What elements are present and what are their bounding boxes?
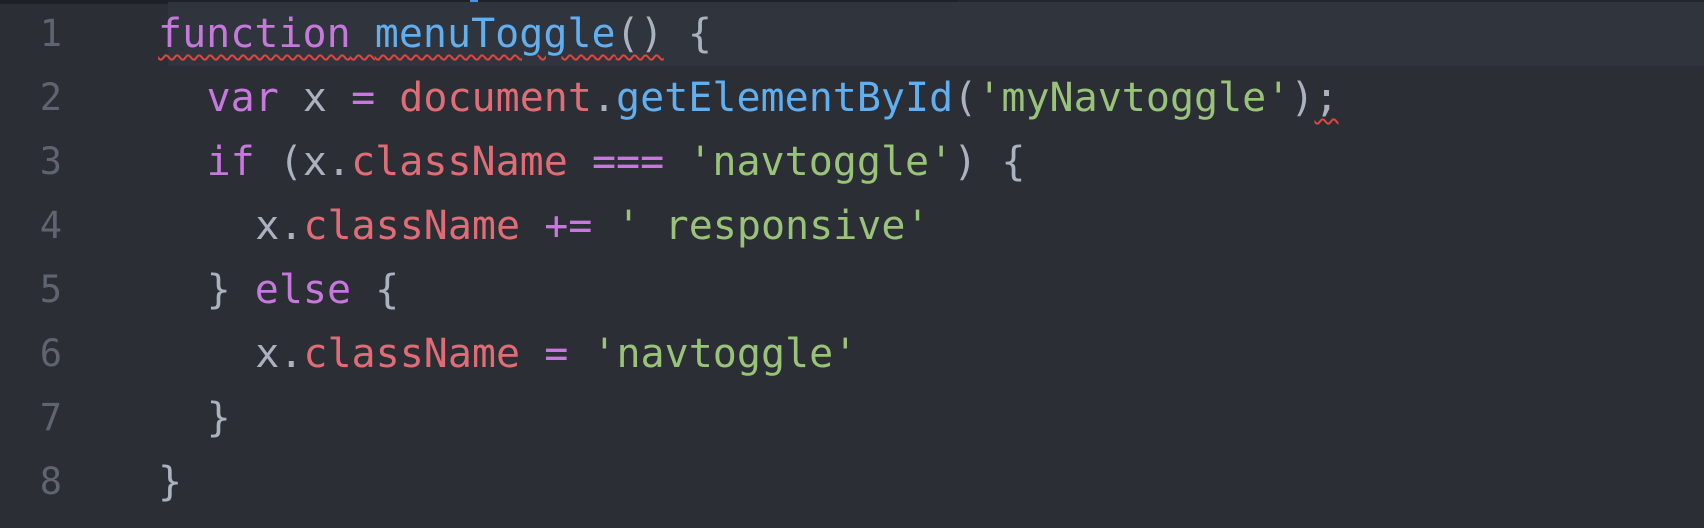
- code-text: x.className = 'navtoggle': [255, 322, 857, 386]
- code-token: (: [953, 75, 978, 121]
- line-number[interactable]: 8: [0, 450, 62, 514]
- code-token: }: [158, 459, 183, 505]
- code-line-active[interactable]: function menuToggle() {: [158, 2, 1704, 66]
- code-text: }: [158, 450, 182, 514]
- code-area[interactable]: function menuToggle() {var x = document.…: [110, 0, 1704, 528]
- code-token: else: [254, 267, 352, 313]
- code-token: .: [591, 75, 617, 121]
- code-token: {: [663, 11, 712, 57]
- code-token: ): [1290, 75, 1315, 121]
- code-text: function menuToggle() {: [158, 2, 712, 66]
- line-number-gutter[interactable]: 12345678: [0, 0, 110, 528]
- line-number[interactable]: 7: [0, 386, 62, 450]
- code-line[interactable]: }: [110, 450, 1704, 514]
- code-text: var x = document.getElementById('myNavto…: [207, 66, 1339, 130]
- code-token: menuToggle: [374, 11, 616, 57]
- code-token: var: [206, 75, 279, 121]
- code-token: ;: [1314, 75, 1339, 121]
- code-token: x.: [255, 203, 304, 249]
- code-token: =: [544, 331, 569, 377]
- line-number[interactable]: 6: [0, 322, 62, 386]
- line-number[interactable]: 1: [0, 2, 62, 66]
- code-editor[interactable]: 12345678 function menuToggle() {var x = …: [0, 0, 1704, 528]
- code-token: if: [206, 139, 255, 185]
- code-token: {: [351, 267, 400, 313]
- code-token: }: [206, 395, 231, 441]
- code-token: className: [303, 331, 521, 377]
- code-line[interactable]: } else {: [110, 258, 1704, 322]
- code-line[interactable]: x.className = 'navtoggle': [110, 322, 1704, 386]
- code-token: getElementById: [616, 75, 954, 121]
- code-token: className: [351, 139, 568, 185]
- code-token: document: [399, 75, 592, 121]
- code-token: 'navtoggle': [688, 139, 954, 185]
- code-token: 'myNavtoggle': [977, 75, 1291, 121]
- line-number[interactable]: 3: [0, 130, 62, 194]
- code-token: (x.: [254, 139, 352, 185]
- code-text: x.className += ' responsive': [255, 194, 929, 258]
- code-token: ' responsive': [616, 203, 930, 249]
- code-token: x: [278, 75, 352, 121]
- code-text: } else {: [207, 258, 400, 322]
- code-token: className: [303, 203, 521, 249]
- line-number[interactable]: 5: [0, 258, 62, 322]
- line-number[interactable]: 4: [0, 194, 62, 258]
- code-line[interactable]: if (x.className === 'navtoggle') {: [110, 130, 1704, 194]
- code-text: if (x.className === 'navtoggle') {: [207, 130, 1026, 194]
- code-token: +=: [544, 203, 593, 249]
- code-token: }: [206, 267, 255, 313]
- code-line[interactable]: }: [110, 386, 1704, 450]
- code-token: ===: [591, 139, 665, 185]
- code-token: x.: [255, 331, 304, 377]
- line-number[interactable]: 2: [0, 66, 62, 130]
- code-token: (): [615, 11, 664, 57]
- code-line[interactable]: var x = document.getElementById('myNavto…: [110, 66, 1704, 130]
- code-token: 'navtoggle': [592, 331, 858, 377]
- code-line[interactable]: x.className += ' responsive': [110, 194, 1704, 258]
- code-text: }: [207, 386, 231, 450]
- code-token: ) {: [953, 139, 1026, 185]
- code-token: function: [158, 11, 351, 57]
- code-token: =: [351, 75, 376, 121]
